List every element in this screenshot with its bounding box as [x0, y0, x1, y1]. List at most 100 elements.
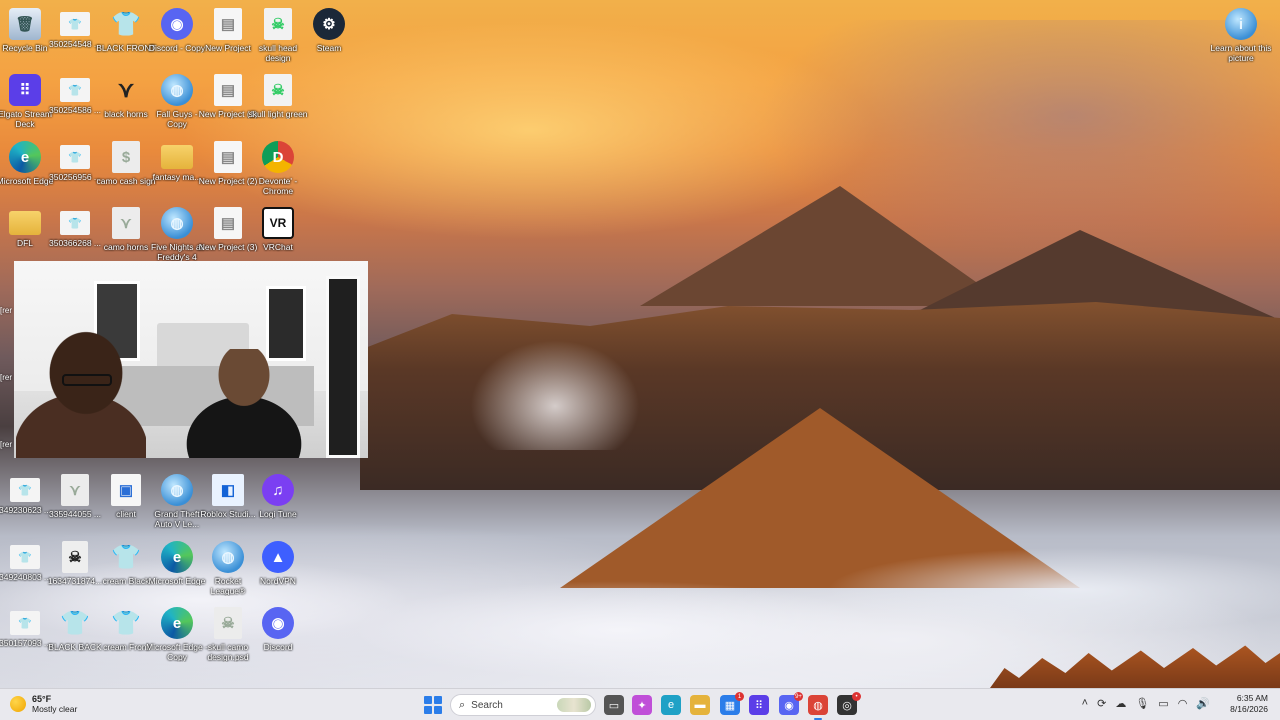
document-icon: ▤	[214, 74, 242, 106]
image-file-icon: 👕	[60, 12, 90, 36]
system-tray: ˄ ⟳ ☁ 🎙 ▭ ◠ 🔊	[1082, 697, 1210, 710]
partial-icon-label: [rer	[0, 373, 12, 382]
globe-icon: ◍	[161, 74, 193, 106]
search-highlight-image	[557, 698, 591, 712]
taskbar: 65°F Mostly clear ⌕ Search ▭ ✦ e ▬ ▦ 1 ⠿ ◉ 9+ ◍ ◎ •…	[0, 688, 1280, 720]
weather-widget[interactable]: 65°F Mostly clear	[10, 694, 77, 714]
desktop-icon-discord[interactable]: ◉ Discord	[247, 603, 309, 665]
discord-icon: ◉	[161, 8, 193, 40]
steam-icon: ⚙	[313, 8, 345, 40]
start-button[interactable]	[424, 696, 442, 714]
webcam-overlay	[14, 261, 368, 458]
desktop-icon-label: Discord	[263, 642, 293, 652]
onedrive-icon[interactable]: ☁	[1115, 697, 1126, 710]
taskbar-file-explorer[interactable]: ▬	[690, 695, 710, 715]
skull-icon: ☠	[264, 74, 292, 106]
taskbar-obs[interactable]: ◎ •	[837, 692, 861, 715]
chevron-up-icon[interactable]: ˄	[1082, 697, 1088, 710]
windows-logo-icon	[424, 696, 432, 704]
image-file-icon: 👕	[10, 478, 40, 502]
weather-description: Mostly clear	[32, 704, 78, 714]
document-icon: ▤	[214, 8, 242, 40]
windows-logo-pane	[434, 706, 442, 714]
taskbar-chrome[interactable]: ◍	[808, 695, 828, 720]
partial-icon-label: [rer	[0, 306, 12, 315]
desktop-icon-label: skull light green	[248, 109, 308, 119]
windows-logo-pane	[434, 696, 442, 704]
desktop-icon-label: Devonte' - Chrome	[258, 176, 298, 196]
globe-icon: ◍	[212, 541, 244, 573]
taskbar-discord[interactable]: ◉ 9+	[779, 692, 803, 715]
globe-icon: ◍	[161, 474, 193, 506]
desktop-icon-learn-about-picture[interactable]: i Learn about this picture	[1210, 4, 1272, 66]
system-clock[interactable]: 6:35 AM 8/16/2026	[1230, 693, 1268, 715]
horns-icon: ⋎	[117, 77, 135, 102]
tshirt-icon: 👕	[111, 609, 141, 637]
document-icon: ▤	[214, 207, 242, 239]
chrome-icon: D	[262, 141, 294, 173]
vr-icon: VR	[262, 207, 294, 239]
taskbar-copilot[interactable]: ✦	[632, 695, 652, 715]
webcam-door	[326, 276, 360, 458]
wifi-icon[interactable]: ◠	[1178, 697, 1188, 710]
notification-badge: 9+	[794, 692, 803, 701]
skull-icon: ☠	[62, 541, 88, 573]
wallpaper-smoke	[470, 340, 640, 450]
edge-icon: e	[161, 541, 193, 573]
desktop-icon-label: Logi Tune	[259, 509, 297, 519]
clock-time: 6:35 AM	[1236, 693, 1268, 703]
tshirt-icon: 👕	[111, 543, 141, 571]
volume-icon[interactable]: 🔊	[1196, 697, 1210, 710]
discord-icon: ◉	[784, 699, 794, 712]
skull-icon: ☠	[264, 8, 292, 40]
desktop-icon-logi-tune[interactable]: ♫ Logi Tune	[247, 470, 309, 532]
webcam-person-left	[16, 331, 146, 458]
search-placeholder: Search	[471, 699, 503, 711]
folder-icon	[9, 211, 41, 235]
tshirt-icon: 👕	[111, 10, 141, 38]
sync-icon[interactable]: ⟳	[1097, 697, 1106, 710]
taskbar-stream-deck[interactable]: ⠿	[749, 695, 769, 715]
image-file-icon: 👕	[10, 545, 40, 569]
desktop-icon-chrome-profile[interactable]: D Devonte' - Chrome	[247, 137, 309, 199]
desktop-icon-label: VRChat	[263, 242, 293, 252]
taskbar-edge[interactable]: e	[661, 695, 681, 715]
info-icon: i	[1225, 8, 1257, 40]
clock-date: 8/16/2026	[1230, 704, 1268, 714]
weather-text: 65°F Mostly clear	[32, 694, 77, 714]
edge-icon: e	[667, 699, 675, 711]
image-file-icon: ☠	[214, 607, 242, 639]
copilot-icon: ✦	[637, 699, 647, 712]
weather-temperature: 65°F	[32, 694, 52, 704]
folder-icon: ▬	[694, 699, 706, 711]
logi-tune-icon: ♫	[262, 474, 294, 506]
microphone-icon[interactable]: 🎙	[1135, 697, 1149, 710]
desktop-icon-nordvpn[interactable]: ▲ NordVPN	[247, 537, 309, 599]
edge-icon: e	[161, 607, 193, 639]
desktop-icon-steam[interactable]: ⚙ Steam	[298, 4, 360, 66]
webcam-glasses	[62, 374, 112, 386]
notification-badge: 1	[735, 692, 744, 701]
image-file-icon: 👕	[10, 611, 40, 635]
desktop-icon-skull-light-green[interactable]: ☠ skull light green	[247, 70, 309, 132]
display-icon[interactable]: ▭	[1158, 697, 1168, 710]
notification-badge: •	[852, 692, 861, 701]
stream-deck-icon: ⠿	[754, 699, 764, 712]
moon-weather-icon	[10, 696, 26, 712]
taskbar-task-view[interactable]: ▭	[604, 695, 624, 715]
image-file-icon: 👕	[60, 211, 90, 235]
app-file-icon: ▣	[111, 474, 141, 506]
taskbar-store[interactable]: ▦ 1	[720, 692, 744, 715]
store-icon: ▦	[724, 699, 736, 712]
taskbar-search[interactable]: ⌕ Search	[450, 694, 596, 716]
globe-icon: ◍	[161, 207, 193, 239]
chrome-icon: ◍	[813, 699, 823, 712]
image-file-icon: 👕	[60, 145, 90, 169]
desktop-icon-label: Steam	[316, 43, 342, 53]
image-file-icon: $	[112, 141, 140, 173]
desktop-icon-label: NordVPN	[260, 576, 296, 586]
desktop-wallpaper: 🗑 Recycle Bin 👕 350254548 ... 👕 BLACK FRONT ◉ D…	[0, 0, 1280, 688]
folder-icon	[161, 145, 193, 169]
task-view-icon: ▭	[608, 699, 620, 712]
desktop-icon-vrchat[interactable]: VR VRChat	[247, 203, 309, 265]
